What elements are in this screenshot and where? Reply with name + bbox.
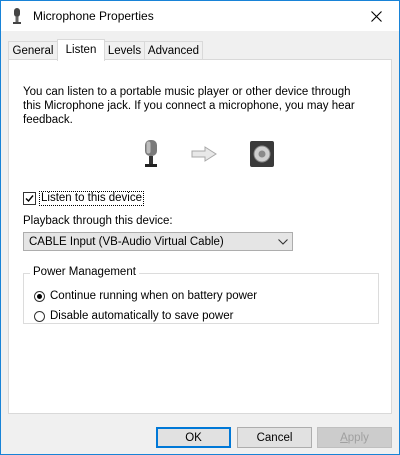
radio-continue-running[interactable]: Continue running when on battery power xyxy=(34,290,257,302)
description-line: this Microphone jack. If you connect a m… xyxy=(23,100,355,112)
tab-general[interactable]: General xyxy=(8,41,58,59)
playback-label: Playback through this device: xyxy=(23,215,173,227)
power-management-title: Power Management xyxy=(30,266,139,278)
checkmark-icon xyxy=(25,194,34,202)
microphone-icon xyxy=(13,8,21,24)
cancel-button[interactable]: Cancel xyxy=(237,427,312,448)
close-button[interactable] xyxy=(353,1,399,31)
radio-disable-automatically-label: Disable automatically to save power xyxy=(50,310,234,322)
ok-button-label: OK xyxy=(185,431,202,444)
power-management-group: Power Management Continue running when o… xyxy=(23,266,379,324)
chevron-down-icon xyxy=(274,233,292,250)
listen-checkbox-row[interactable]: Listen to this device xyxy=(23,190,145,206)
radio-button-selected[interactable] xyxy=(34,290,45,302)
arrow-right-icon xyxy=(191,146,217,162)
radio-dot-icon xyxy=(37,293,42,299)
description-line: feedback. xyxy=(23,114,73,126)
playback-device-select[interactable]: CABLE Input (VB-Audio Virtual Cable) xyxy=(23,232,293,251)
description-line: You can listen to a portable music playe… xyxy=(23,86,351,98)
microphone-icon xyxy=(145,140,157,167)
tab-listen[interactable]: Listen xyxy=(57,39,105,61)
close-icon xyxy=(370,10,382,22)
window-title: Microphone Properties xyxy=(33,9,154,23)
cancel-button-label: Cancel xyxy=(256,431,293,444)
apply-button[interactable]: Apply xyxy=(317,427,392,448)
tab-levels[interactable]: Levels xyxy=(104,41,145,59)
tab-advanced[interactable]: Advanced xyxy=(144,41,203,59)
radio-button[interactable] xyxy=(34,310,45,322)
ok-button[interactable]: OK xyxy=(156,427,231,448)
listen-description: You can listen to a portable music playe… xyxy=(23,85,373,127)
tab-strip: General Listen Levels Advanced xyxy=(8,39,392,61)
title-bar[interactable]: Microphone Properties xyxy=(1,1,399,31)
apply-button-label: Apply xyxy=(340,431,369,444)
speaker-icon xyxy=(250,141,274,167)
properties-window: Microphone Properties General Listen Lev… xyxy=(0,0,400,455)
radio-disable-automatically[interactable]: Disable automatically to save power xyxy=(34,310,233,322)
playback-device-value: CABLE Input (VB-Audio Virtual Cable) xyxy=(29,235,224,248)
listen-panel: You can listen to a portable music playe… xyxy=(8,59,392,414)
radio-continue-running-label: Continue running when on battery power xyxy=(50,290,258,302)
listen-checkbox[interactable] xyxy=(23,191,36,205)
listen-checkbox-label[interactable]: Listen to this device xyxy=(39,190,145,206)
